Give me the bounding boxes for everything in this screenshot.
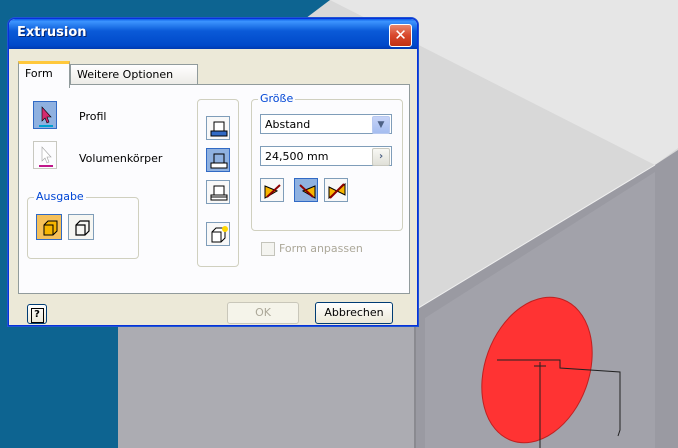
new-solid-icon bbox=[211, 226, 228, 243]
join-icon bbox=[210, 121, 228, 137]
cancel-button[interactable]: Abbrechen bbox=[315, 302, 393, 324]
solid-select-button[interactable] bbox=[33, 141, 57, 169]
profile-select-icon bbox=[39, 106, 53, 127]
cut-button[interactable] bbox=[206, 148, 230, 172]
output-solid-button[interactable] bbox=[36, 214, 62, 240]
distance-input[interactable]: 24,500 mm › bbox=[260, 146, 392, 166]
expand-arrow-icon[interactable]: › bbox=[372, 148, 390, 166]
size-group-label: Größe bbox=[258, 92, 296, 105]
size-group: Größe Abstand ▼ 24,500 mm › bbox=[251, 92, 403, 231]
close-button[interactable]: ✕ bbox=[389, 24, 412, 47]
dropdown-arrow-icon[interactable]: ▼ bbox=[372, 116, 390, 134]
direction-1-icon bbox=[264, 184, 281, 199]
intersect-button[interactable] bbox=[206, 180, 230, 204]
direction-2-icon bbox=[299, 184, 316, 199]
output-solid-icon bbox=[43, 220, 58, 236]
match-shape-checkbox[interactable] bbox=[261, 242, 275, 256]
output-surface-icon bbox=[75, 220, 90, 236]
distance-value: 24,500 mm bbox=[265, 150, 329, 163]
profile-label: Profil bbox=[79, 110, 107, 123]
extent-value: Abstand bbox=[265, 118, 311, 131]
ok-button[interactable]: OK bbox=[227, 302, 299, 324]
form-tab-panel: Profil Volumenkörper Ausgabe Größe Absta… bbox=[18, 84, 410, 294]
operation-group bbox=[197, 99, 239, 267]
tab-form-label: Form bbox=[25, 67, 53, 80]
symmetric-icon bbox=[328, 182, 346, 200]
tab-form[interactable]: Form bbox=[18, 61, 70, 88]
ok-label: OK bbox=[255, 306, 271, 319]
dialog-titlebar[interactable]: Extrusion ✕ bbox=[9, 19, 417, 49]
help-icon: ? bbox=[30, 308, 44, 323]
output-group-label: Ausgabe bbox=[34, 190, 86, 203]
intersect-icon bbox=[210, 185, 228, 201]
solid-label: Volumenkörper bbox=[79, 152, 163, 165]
tab-more-options[interactable]: Weitere Optionen bbox=[70, 64, 198, 85]
match-shape-label: Form anpassen bbox=[279, 242, 363, 255]
symmetric-button[interactable] bbox=[324, 178, 348, 202]
output-surface-button[interactable] bbox=[68, 214, 94, 240]
dialog-body: Form Weitere Optionen Profil Volumenkörp… bbox=[9, 49, 417, 325]
output-group: Ausgabe bbox=[27, 190, 139, 259]
direction-2-button[interactable] bbox=[294, 178, 318, 202]
join-button[interactable] bbox=[206, 116, 230, 140]
tab-more-options-label: Weitere Optionen bbox=[77, 68, 174, 81]
help-button[interactable]: ? bbox=[27, 304, 47, 324]
profile-select-button[interactable] bbox=[33, 101, 57, 129]
dialog-title: Extrusion bbox=[17, 25, 87, 40]
cut-icon bbox=[210, 153, 228, 169]
solid-select-icon bbox=[39, 146, 53, 167]
cancel-label: Abbrechen bbox=[324, 306, 384, 319]
extrusion-dialog: Extrusion ✕ Form Weitere Optionen Profil… bbox=[8, 18, 418, 326]
new-solid-button[interactable] bbox=[206, 222, 230, 246]
extent-select[interactable]: Abstand ▼ bbox=[260, 114, 392, 134]
close-icon: ✕ bbox=[394, 26, 407, 44]
direction-1-button[interactable] bbox=[260, 178, 284, 202]
